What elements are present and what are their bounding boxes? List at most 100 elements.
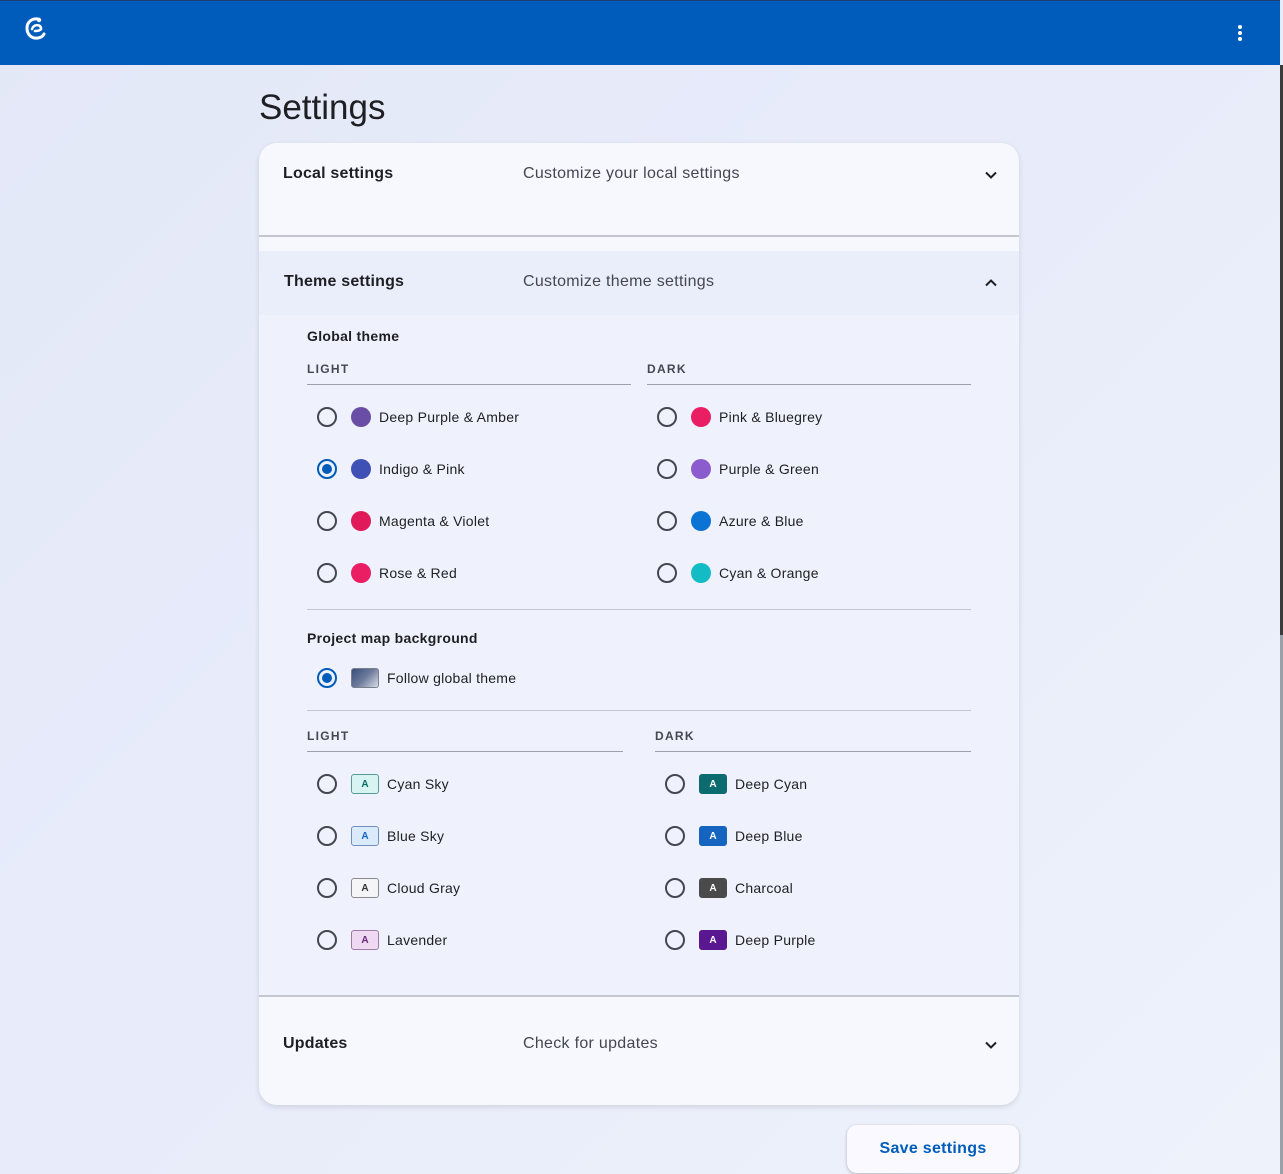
theme-option-purple-green[interactable]: Purple & Green — [657, 453, 819, 485]
radio-button[interactable] — [665, 826, 685, 846]
option-follow-global-theme[interactable]: Follow global theme — [317, 662, 516, 694]
section-divider — [307, 710, 971, 711]
map-preview-swatch: A — [699, 930, 727, 950]
option-label: Indigo & Pink — [379, 461, 465, 477]
settings-accordion: Local settings Customize your local sett… — [259, 143, 1019, 1105]
global-theme-label: Global theme — [307, 328, 400, 344]
option-label: Cloud Gray — [387, 880, 461, 896]
option-label: Deep Blue — [735, 828, 803, 844]
app-logo-icon[interactable] — [23, 16, 47, 42]
theme-option-rose-red[interactable]: Rose & Red — [317, 557, 457, 589]
panel-header-theme-settings[interactable]: Theme settings Customize theme settings — [259, 251, 1019, 315]
panel-theme-settings: Theme settings Customize theme settings … — [259, 251, 1019, 997]
map-option-deep-blue[interactable]: A Deep Blue — [665, 820, 803, 852]
option-label: Deep Purple — [735, 932, 816, 948]
color-swatch — [691, 563, 711, 583]
panel-separator — [259, 235, 1019, 237]
option-label: Deep Cyan — [735, 776, 808, 792]
map-preview-swatch: A — [351, 878, 379, 898]
theme-option-magenta-violet[interactable]: Magenta & Violet — [317, 505, 489, 537]
radio-button[interactable] — [317, 930, 337, 950]
radio-button[interactable] — [317, 407, 337, 427]
option-label: Follow global theme — [387, 670, 517, 686]
color-swatch — [351, 511, 371, 531]
map-option-cyan-sky[interactable]: A Cyan Sky — [317, 768, 449, 800]
section-divider — [307, 609, 971, 610]
radio-button[interactable] — [665, 930, 685, 950]
radio-button[interactable] — [317, 563, 337, 583]
map-preview-swatch: A — [699, 774, 727, 794]
radio-button[interactable] — [657, 511, 677, 531]
column-divider — [307, 384, 631, 385]
color-swatch — [351, 407, 371, 427]
map-preview-swatch: A — [699, 878, 727, 898]
page-title: Settings — [259, 88, 386, 127]
radio-button[interactable] — [317, 878, 337, 898]
panel-title: Local settings — [283, 165, 394, 182]
theme-option-indigo-pink[interactable]: Indigo & Pink — [317, 453, 465, 485]
column-divider — [647, 384, 971, 385]
map-preview-swatch: A — [351, 774, 379, 794]
chevron-up-icon — [985, 279, 997, 287]
color-swatch — [691, 407, 711, 427]
panel-description: Customize theme settings — [523, 273, 715, 290]
dark-column-heading: DARK — [655, 729, 695, 743]
more-vertical-icon[interactable] — [1228, 23, 1252, 47]
map-option-cloud-gray[interactable]: A Cloud Gray — [317, 872, 460, 904]
color-swatch — [351, 563, 371, 583]
radio-button[interactable] — [657, 407, 677, 427]
light-column-heading: LIGHT — [307, 729, 350, 743]
map-preview-swatch: A — [351, 930, 379, 950]
radio-button[interactable] — [665, 774, 685, 794]
option-label: Cyan & Orange — [719, 565, 819, 581]
radio-button[interactable] — [317, 511, 337, 531]
option-label: Purple & Green — [719, 461, 819, 477]
map-option-lavender[interactable]: A Lavender — [317, 924, 447, 956]
gradient-swatch — [351, 668, 379, 688]
radio-button-selected[interactable] — [317, 668, 337, 688]
color-swatch — [691, 459, 711, 479]
theme-option-azure-blue[interactable]: Azure & Blue — [657, 505, 804, 537]
panel-header-updates[interactable]: Updates Check for updates — [259, 1013, 1019, 1077]
radio-button[interactable] — [657, 459, 677, 479]
panel-header-local-settings[interactable]: Local settings Customize your local sett… — [259, 143, 1019, 207]
theme-option-pink-bluegrey[interactable]: Pink & Bluegrey — [657, 401, 822, 433]
radio-button-selected[interactable] — [317, 459, 337, 479]
map-option-blue-sky[interactable]: A Blue Sky — [317, 820, 444, 852]
panel-separator — [259, 995, 1019, 997]
map-option-deep-cyan[interactable]: A Deep Cyan — [665, 768, 807, 800]
theme-option-deep-purple-amber[interactable]: Deep Purple & Amber — [317, 401, 519, 433]
option-label: Rose & Red — [379, 565, 457, 581]
column-divider — [655, 751, 971, 752]
top-app-bar — [0, 0, 1280, 65]
panel-description: Check for updates — [523, 1035, 658, 1052]
chevron-down-icon — [985, 171, 997, 179]
radio-button[interactable] — [657, 563, 677, 583]
map-preview-swatch: A — [351, 826, 379, 846]
option-label: Azure & Blue — [719, 513, 804, 529]
chevron-down-icon — [985, 1041, 997, 1049]
option-label: Blue Sky — [387, 828, 445, 844]
color-swatch — [351, 459, 371, 479]
option-label: Magenta & Violet — [379, 513, 490, 529]
dark-column-heading: DARK — [647, 362, 687, 376]
map-preview-swatch: A — [699, 826, 727, 846]
radio-button[interactable] — [317, 826, 337, 846]
save-settings-button[interactable]: Save settings — [847, 1125, 1019, 1173]
radio-button[interactable] — [665, 878, 685, 898]
panel-title: Theme settings — [284, 273, 405, 290]
option-label: Deep Purple & Amber — [379, 409, 520, 425]
map-option-deep-purple[interactable]: A Deep Purple — [665, 924, 816, 956]
option-label: Cyan Sky — [387, 776, 449, 792]
option-label: Lavender — [387, 932, 448, 948]
column-divider — [307, 751, 623, 752]
light-column-heading: LIGHT — [307, 362, 350, 376]
panel-description: Customize your local settings — [523, 165, 740, 182]
panel-title: Updates — [283, 1035, 348, 1052]
project-map-background-label: Project map background — [307, 630, 478, 646]
color-swatch — [691, 511, 711, 531]
theme-option-cyan-orange[interactable]: Cyan & Orange — [657, 557, 819, 589]
radio-button[interactable] — [317, 774, 337, 794]
option-label: Pink & Bluegrey — [719, 409, 823, 425]
map-option-charcoal[interactable]: A Charcoal — [665, 872, 793, 904]
